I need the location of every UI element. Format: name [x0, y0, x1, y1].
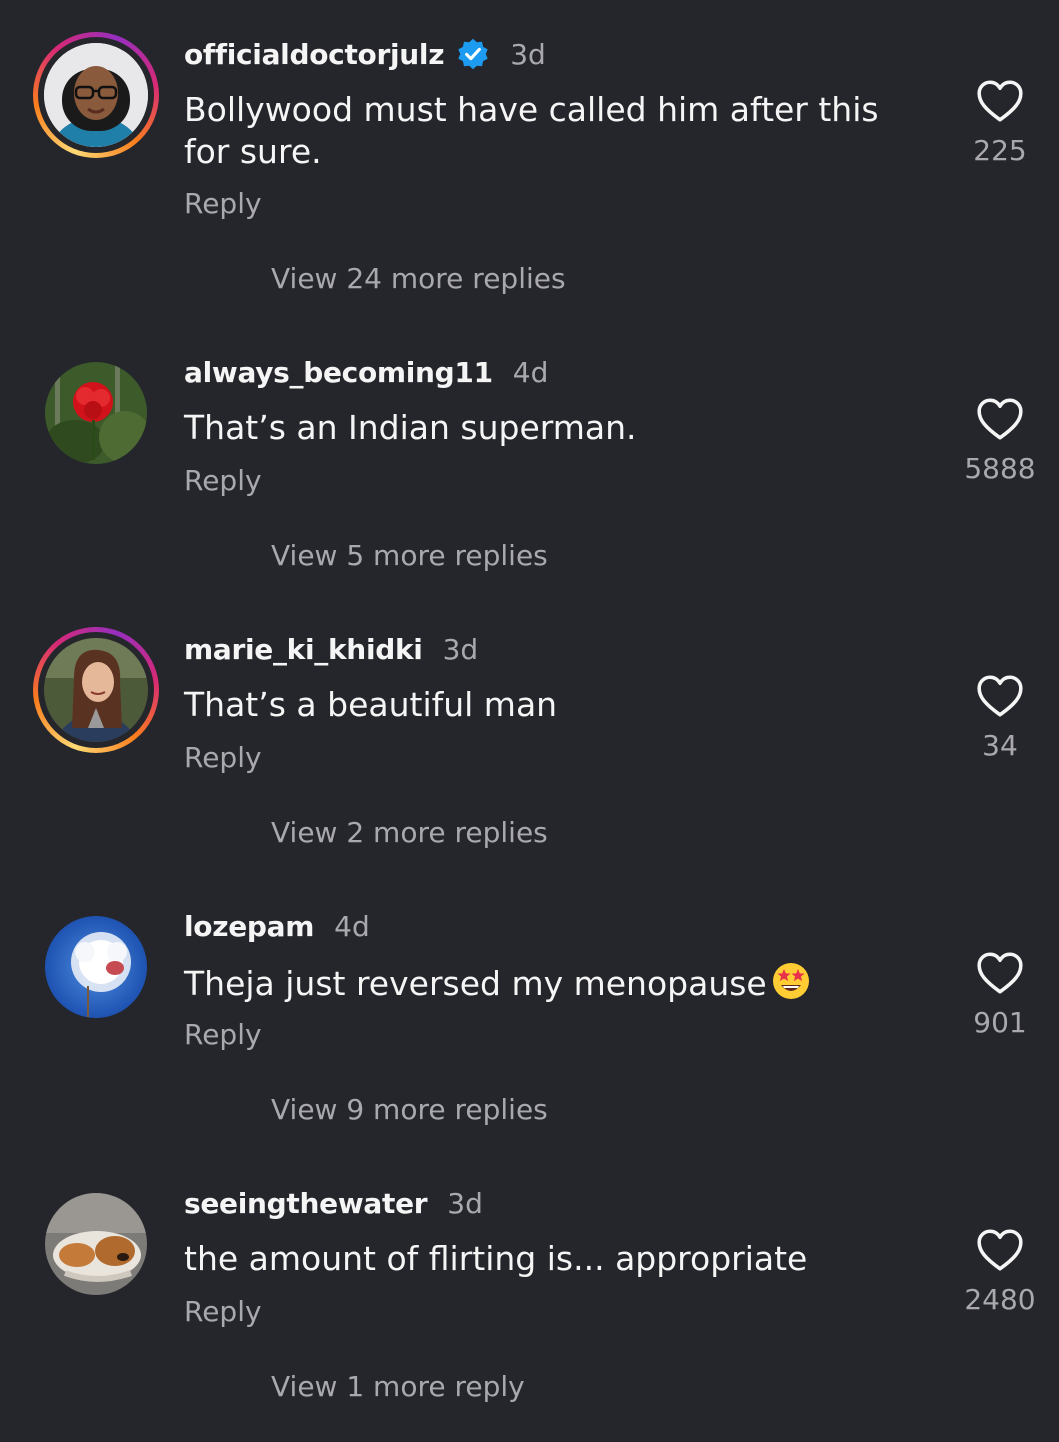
comment-username[interactable]: lozepam: [184, 910, 314, 943]
comment-item: seeingthewater 3d the amount of flirting…: [0, 1149, 1059, 1426]
avatar[interactable]: [45, 1193, 147, 1295]
like-count: 225: [973, 134, 1027, 167]
heart-outline-icon[interactable]: [975, 950, 1025, 996]
like-button[interactable]: 5888: [950, 396, 1050, 485]
like-button[interactable]: 2480: [950, 1227, 1050, 1316]
comment-time: 3d: [510, 37, 546, 71]
reply-button[interactable]: Reply: [184, 1295, 262, 1328]
heart-outline-icon[interactable]: [975, 396, 1025, 442]
comment-time: 3d: [442, 632, 479, 666]
comment-username[interactable]: marie_ki_khidki: [184, 633, 423, 666]
comment-item: always_becoming11 4d That’s an Indian su…: [0, 318, 1059, 595]
view-more-replies-button[interactable]: View 5 more replies: [271, 539, 548, 572]
heart-outline-icon[interactable]: [975, 673, 1025, 719]
comment-item: lozepam 4d Theja just reversed my menopa…: [0, 872, 1059, 1149]
comment-text: Theja just reversed my menopause: [184, 961, 904, 1005]
comment-text: That’s an Indian superman.: [184, 408, 637, 447]
view-more-replies-button[interactable]: View 9 more replies: [271, 1093, 548, 1126]
like-count: 34: [982, 729, 1018, 762]
like-count: 2480: [964, 1283, 1036, 1316]
comment-username[interactable]: seeingthewater: [184, 1187, 428, 1220]
reply-button[interactable]: Reply: [184, 1018, 262, 1051]
comments-list: officialdoctorjulz 3d Bollywood must hav…: [0, 0, 1059, 1442]
comment-item: officialdoctorjulz 3d Bollywood must hav…: [0, 0, 1059, 295]
comment-time: 4d: [334, 909, 370, 943]
comment-time: 4d: [512, 355, 549, 389]
avatar-wrapper[interactable]: [33, 350, 159, 476]
heart-outline-icon[interactable]: [975, 78, 1025, 124]
like-button[interactable]: 34: [950, 673, 1050, 762]
star-struck-emoji-icon: [772, 963, 809, 999]
reply-button[interactable]: Reply: [184, 187, 262, 220]
comment-text: That’s a beautiful man: [184, 685, 558, 724]
comment-text: the amount of flirting is... appropriate: [184, 1239, 808, 1278]
avatar-story-ring[interactable]: [33, 627, 159, 753]
view-more-replies-button[interactable]: View 24 more replies: [271, 262, 566, 295]
avatar-story-ring[interactable]: [33, 32, 159, 158]
comment-username[interactable]: always_becoming11: [184, 356, 493, 389]
verified-badge-icon: [458, 38, 488, 70]
avatar[interactable]: [45, 362, 147, 464]
like-button[interactable]: 901: [950, 950, 1050, 1039]
avatar[interactable]: [44, 43, 148, 147]
avatar-wrapper[interactable]: [33, 1181, 159, 1307]
reply-button[interactable]: Reply: [184, 741, 262, 774]
view-more-replies-button[interactable]: View 2 more replies: [271, 816, 548, 849]
view-more-replies-button[interactable]: View 1 more reply: [271, 1370, 525, 1403]
avatar[interactable]: [44, 638, 148, 742]
like-count: 901: [973, 1006, 1027, 1039]
avatar[interactable]: [45, 916, 147, 1018]
avatar-wrapper[interactable]: [33, 904, 159, 1030]
comment-text-content: Theja just reversed my menopause: [184, 964, 767, 1003]
comment-username[interactable]: officialdoctorjulz: [184, 38, 445, 71]
comment-text: Bollywood must have called him after thi…: [184, 90, 879, 171]
comment-item: marie_ki_khidki 3d That’s a beautiful ma…: [0, 595, 1059, 872]
reply-button[interactable]: Reply: [184, 464, 262, 497]
comment-time: 3d: [447, 1186, 483, 1220]
heart-outline-icon[interactable]: [975, 1227, 1025, 1273]
like-button[interactable]: 225: [950, 78, 1050, 167]
like-count: 5888: [964, 452, 1036, 485]
